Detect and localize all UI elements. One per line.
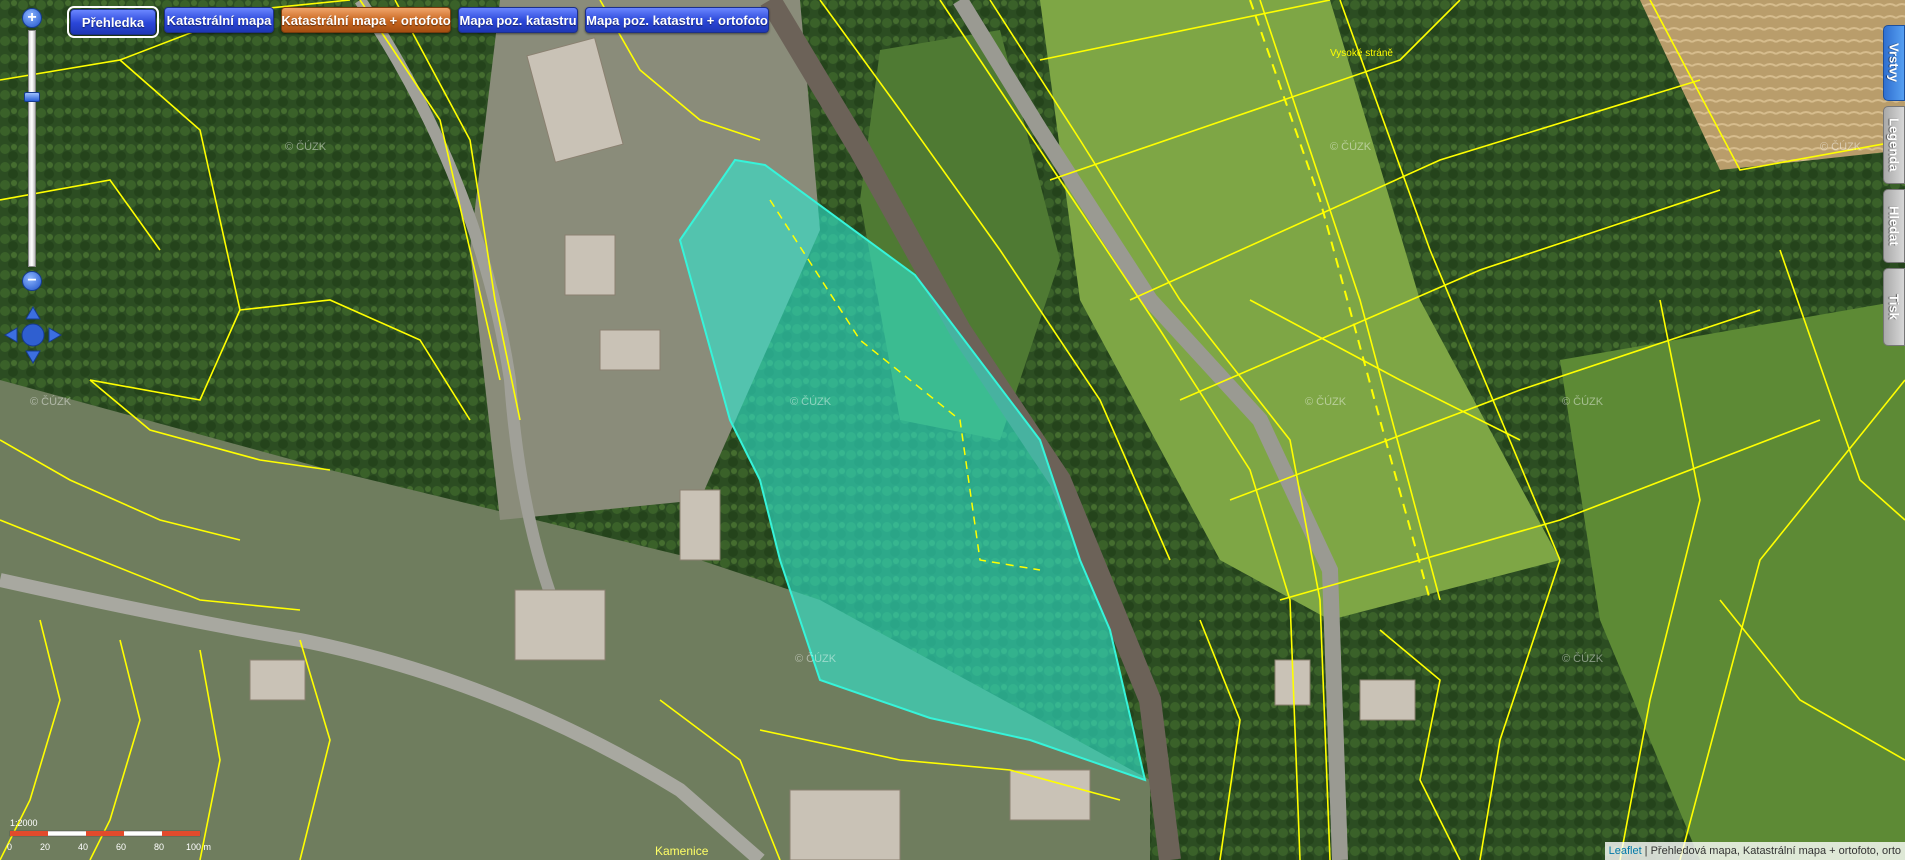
zoom-in-button[interactable]: +: [22, 8, 42, 28]
scale-tick: 0: [7, 842, 12, 852]
scale-tick: 60: [116, 842, 126, 852]
svg-text:© ČÚZK: © ČÚZK: [1562, 395, 1604, 408]
place-label: Vysoké stráně: [1330, 48, 1393, 59]
svg-text:© ČÚZK: © ČÚZK: [795, 652, 837, 665]
svg-text:© ČÚZK: © ČÚZK: [285, 140, 327, 153]
tab-legenda-label: Legenda: [1886, 118, 1902, 172]
tab-legenda[interactable]: Legenda: [1883, 106, 1905, 184]
zoom-out-button[interactable]: −: [22, 271, 42, 291]
pan-down-icon[interactable]: [25, 350, 41, 364]
zoom-slider-track[interactable]: [28, 30, 36, 267]
tab-vrstvy[interactable]: Vrstvy: [1883, 25, 1905, 101]
svg-text:© ČÚZK: © ČÚZK: [1820, 140, 1862, 153]
tab-vrstvy-label: Vrstvy: [1886, 43, 1902, 83]
pan-right-icon[interactable]: [48, 327, 62, 343]
scale-ratio: 1:2000: [10, 818, 38, 828]
pan-left-icon[interactable]: [4, 327, 18, 343]
svg-text:© ČÚZK: © ČÚZK: [30, 395, 72, 408]
attribution: Leaflet | Přehledová mapa, Katastrální m…: [1604, 842, 1905, 860]
tab-hledat[interactable]: Hledat: [1883, 189, 1905, 263]
pan-up-icon[interactable]: [25, 306, 41, 320]
leaflet-link[interactable]: Leaflet: [1609, 845, 1642, 857]
map-canvas[interactable]: Vysoké stráně Kamenice © ČÚZK © ČÚZK © Č…: [0, 0, 1905, 860]
scale-tick: 80: [154, 842, 164, 852]
scale-tick: 40: [78, 842, 88, 852]
svg-text:© ČÚZK: © ČÚZK: [1330, 140, 1372, 153]
attribution-text: | Přehledová mapa, Katastrální mapa + or…: [1641, 845, 1901, 857]
layer-button-katastralni-ortofoto[interactable]: Katastrální mapa + ortofoto: [281, 7, 451, 33]
layer-button-mapa-poz-ortofoto[interactable]: Mapa poz. katastru + ortofoto: [585, 7, 769, 33]
layer-button-mapa-poz-katastru[interactable]: Mapa poz. katastru: [458, 7, 578, 33]
tab-tisk[interactable]: Tisk: [1883, 268, 1905, 346]
layer-button-katastralni-mapa[interactable]: Katastrální mapa: [164, 7, 274, 33]
pan-control[interactable]: [3, 305, 63, 365]
tab-hledat-label: Hledat: [1886, 206, 1902, 246]
tab-tisk-label: Tisk: [1886, 294, 1902, 320]
layer-button-prehledka[interactable]: Přehledka: [67, 6, 159, 38]
svg-text:© ČÚZK: © ČÚZK: [1562, 652, 1604, 665]
scale-tick: 100 m: [186, 842, 211, 852]
town-label: Kamenice: [655, 844, 709, 858]
zoom-slider-handle[interactable]: [24, 91, 40, 102]
svg-text:© ČÚZK: © ČÚZK: [1305, 395, 1347, 408]
svg-text:© ČÚZK: © ČÚZK: [790, 395, 832, 408]
scale-tick: 20: [40, 842, 50, 852]
